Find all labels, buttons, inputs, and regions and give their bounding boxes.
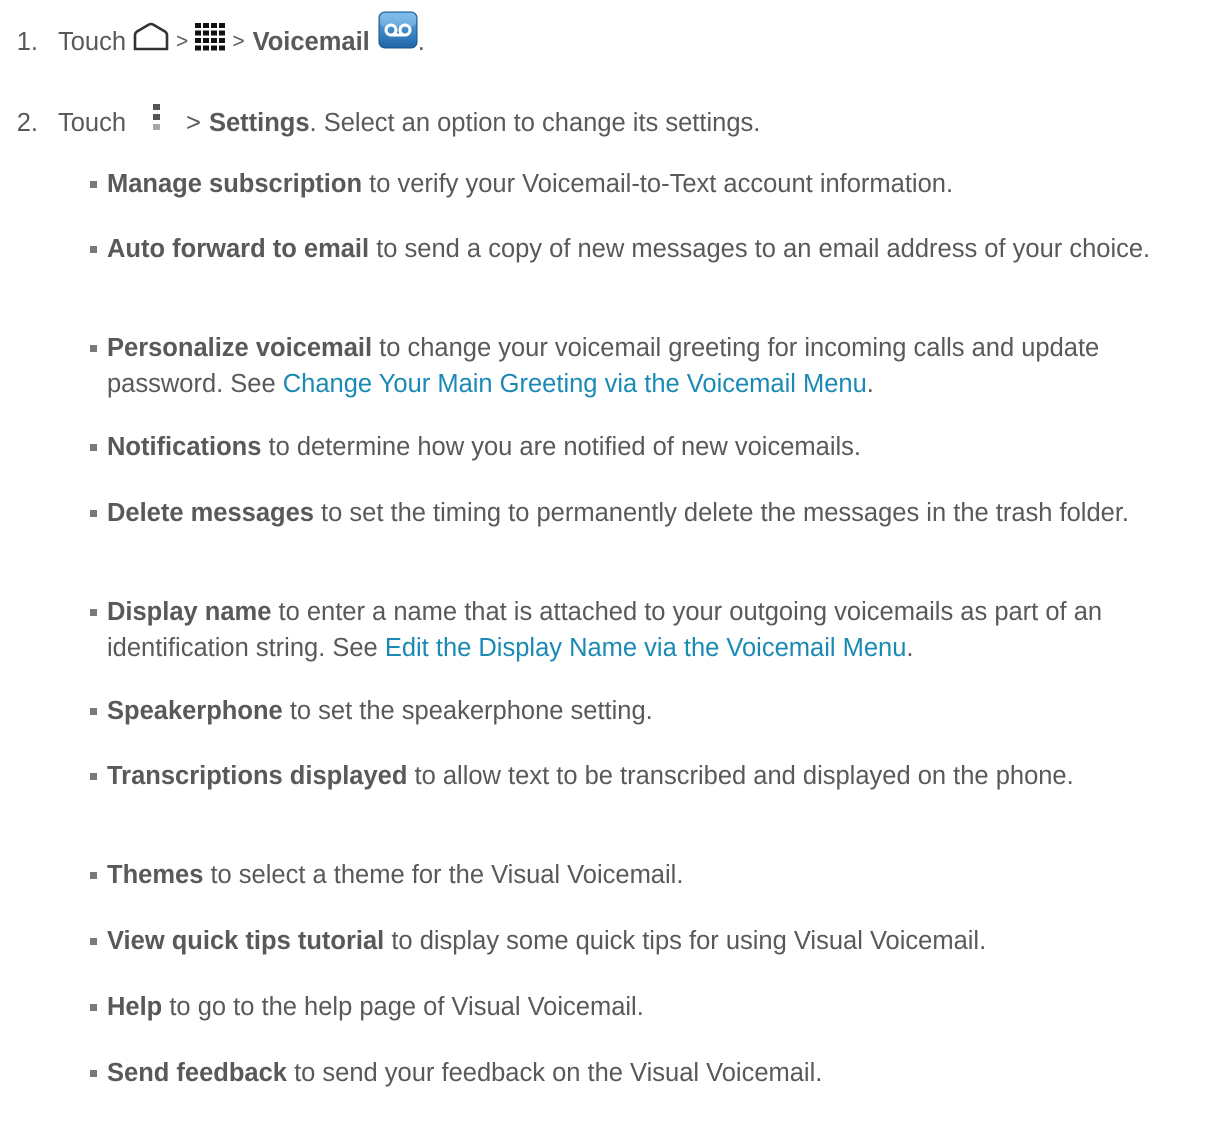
list-item: Display name to enter a name that is att… bbox=[90, 594, 1212, 666]
touch-text: Touch bbox=[58, 109, 127, 137]
bullet-icon bbox=[90, 345, 97, 352]
bullet-icon bbox=[90, 1070, 97, 1077]
list-item: Speakerphone to set the speakerphone set… bbox=[90, 693, 1212, 729]
bullet-icon bbox=[90, 1004, 97, 1011]
settings-label: Settings bbox=[208, 109, 310, 137]
touch-text: Touch bbox=[58, 28, 127, 56]
bullet-icon bbox=[90, 246, 97, 253]
period: . bbox=[417, 28, 425, 56]
step-1: 1. Touch > > Voicemail . bbox=[0, 11, 425, 62]
voicemail-app-icon bbox=[378, 11, 418, 59]
list-item: Notifications to determine how you are n… bbox=[90, 429, 1212, 465]
list-item: Transcriptions displayed to allow text t… bbox=[90, 758, 1212, 794]
bullet-icon bbox=[90, 510, 97, 517]
list-item: Delete messages to set the timing to per… bbox=[90, 495, 1212, 531]
step-2-rest: . Select an option to change its setting… bbox=[309, 109, 761, 137]
list-item: Manage subscription to verify your Voice… bbox=[90, 166, 1212, 202]
list-item: Auto forward to email to send a copy of … bbox=[90, 231, 1212, 267]
bullet-icon bbox=[90, 181, 97, 188]
voicemail-label: Voicemail bbox=[252, 28, 370, 56]
bullet-icon bbox=[90, 708, 97, 715]
bullet-icon bbox=[90, 773, 97, 780]
step-2: 2. Touch > Settings . Select an option t… bbox=[0, 103, 760, 143]
apps-grid-icon bbox=[194, 22, 226, 62]
bullet-icon bbox=[90, 444, 97, 451]
bullet-icon bbox=[90, 938, 97, 945]
separator: > bbox=[176, 30, 189, 53]
step-number: 1. bbox=[16, 28, 38, 56]
home-icon bbox=[132, 22, 170, 62]
list-item: Send feedback to send your feedback on t… bbox=[90, 1055, 1212, 1091]
bullet-icon bbox=[90, 872, 97, 879]
bullet-icon bbox=[90, 609, 97, 616]
list-item: Themes to select a theme for the Visual … bbox=[90, 857, 1212, 893]
list-item: View quick tips tutorial to display some… bbox=[90, 923, 1212, 959]
greeting-link[interactable]: Change Your Main Greeting via the Voicem… bbox=[283, 370, 867, 398]
list-item: Personalize voicemail to change your voi… bbox=[90, 330, 1212, 402]
list-item: Help to go to the help page of Visual Vo… bbox=[90, 989, 1212, 1025]
display-name-link[interactable]: Edit the Display Name via the Voicemail … bbox=[385, 634, 907, 662]
separator: > bbox=[232, 30, 245, 53]
menu-dots-icon bbox=[150, 103, 164, 143]
separator: > bbox=[186, 109, 201, 137]
step-number: 2. bbox=[16, 109, 38, 137]
